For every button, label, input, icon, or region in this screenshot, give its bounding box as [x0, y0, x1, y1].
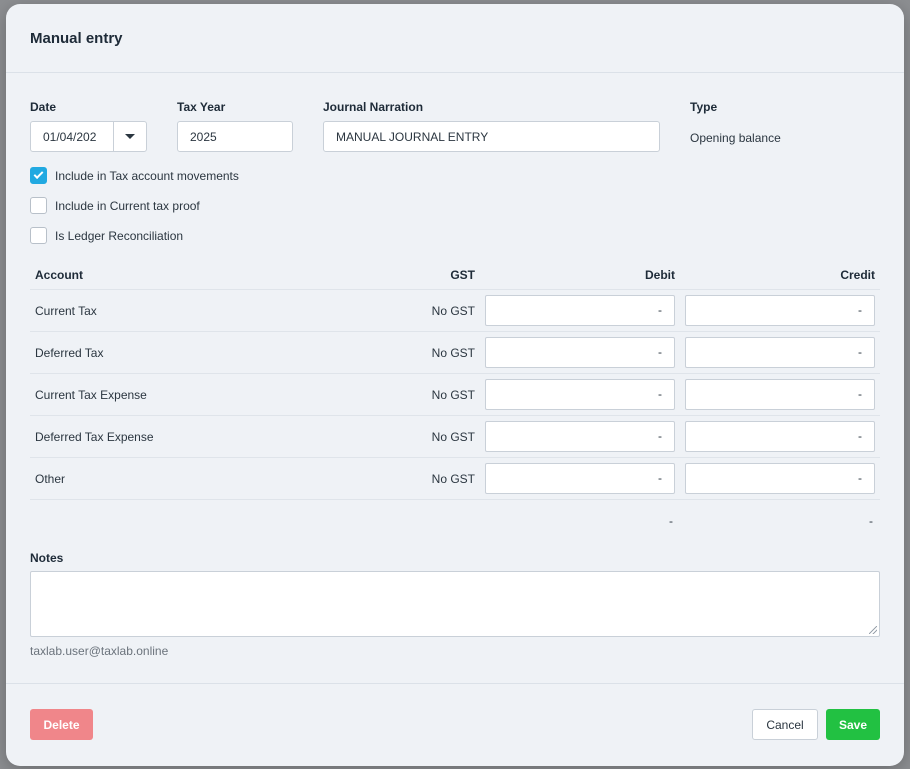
debit-input[interactable]: - [485, 337, 675, 368]
dialog-header: Manual entry [6, 4, 904, 73]
resize-grip-icon[interactable] [869, 626, 877, 634]
credit-input[interactable]: - [685, 337, 875, 368]
table-row: Deferred Tax No GST - - [30, 331, 880, 373]
save-button[interactable]: Save [826, 709, 880, 740]
journal-narration-label: Journal Narration [323, 100, 424, 114]
gst-value: No GST [431, 472, 475, 486]
table-row: Current Tax Expense No GST - - [30, 373, 880, 415]
account-name: Deferred Tax Expense [35, 430, 154, 444]
caret-down-icon [125, 134, 135, 139]
account-name: Other [35, 472, 66, 486]
gst-value: No GST [431, 388, 475, 402]
cancel-button[interactable]: Cancel [752, 709, 818, 740]
date-picker[interactable]: 01/04/202 [30, 121, 147, 152]
checkbox-label: Is Ledger Reconciliation [55, 228, 184, 243]
manual-entry-dialog: Manual entry Date 01/04/202 Tax Year 202… [6, 4, 904, 766]
account-name: Deferred Tax [35, 346, 104, 360]
checkbox-label: Include in Tax account movements [55, 168, 239, 183]
delete-button[interactable]: Delete [30, 709, 93, 740]
gst-value: No GST [431, 430, 475, 444]
tax-year-label: Tax Year [177, 100, 226, 114]
credit-input[interactable]: - [685, 295, 875, 326]
debit-input[interactable]: - [485, 295, 675, 326]
gst-value: No GST [431, 304, 475, 318]
checkbox-unchecked[interactable] [30, 227, 47, 244]
account-name: Current Tax Expense [35, 388, 147, 402]
gst-value: No GST [431, 346, 475, 360]
check-icon [33, 169, 44, 180]
tax-year-input[interactable]: 2025 [177, 121, 293, 152]
table-row: Deferred Tax Expense No GST - - [30, 415, 880, 457]
column-header-account: Account [35, 268, 83, 282]
credit-input[interactable]: - [685, 379, 875, 410]
table-bottom-divider [30, 499, 880, 500]
date-input[interactable]: 01/04/202 [31, 122, 114, 151]
notes-textarea[interactable] [30, 571, 880, 637]
user-email: taxlab.user@taxlab.online [30, 644, 169, 658]
checkbox-current-tax-proof[interactable]: Include in Current tax proof [30, 197, 200, 214]
journal-narration-input[interactable]: MANUAL JOURNAL ENTRY [323, 121, 660, 152]
date-dropdown-button[interactable] [114, 122, 146, 151]
table-row: Other No GST - - [30, 457, 880, 499]
checkbox-tax-account-movements[interactable]: Include in Tax account movements [30, 167, 239, 184]
credit-input[interactable]: - [685, 463, 875, 494]
credit-input[interactable]: - [685, 421, 875, 452]
dialog-footer: Delete Cancel Save [6, 683, 904, 766]
column-header-gst: GST [450, 268, 475, 282]
type-value: Opening balance [690, 131, 781, 145]
notes-label: Notes [30, 551, 64, 565]
type-label: Type [690, 100, 718, 114]
checkbox-unchecked[interactable] [30, 197, 47, 214]
debit-input[interactable]: - [485, 463, 675, 494]
table-row: Current Tax No GST - - [30, 289, 880, 331]
column-header-credit: Credit [840, 268, 875, 282]
debit-input[interactable]: - [485, 379, 675, 410]
date-label: Date [30, 100, 57, 114]
checkbox-label: Include in Current tax proof [55, 198, 200, 213]
checkbox-checked[interactable] [30, 167, 47, 184]
dialog-title: Manual entry [30, 30, 123, 47]
checkbox-ledger-reconciliation[interactable]: Is Ledger Reconciliation [30, 227, 183, 244]
credit-total: - [869, 514, 873, 528]
column-header-debit: Debit [645, 268, 675, 282]
account-name: Current Tax [35, 304, 97, 318]
debit-input[interactable]: - [485, 421, 675, 452]
debit-total: - [669, 514, 673, 528]
